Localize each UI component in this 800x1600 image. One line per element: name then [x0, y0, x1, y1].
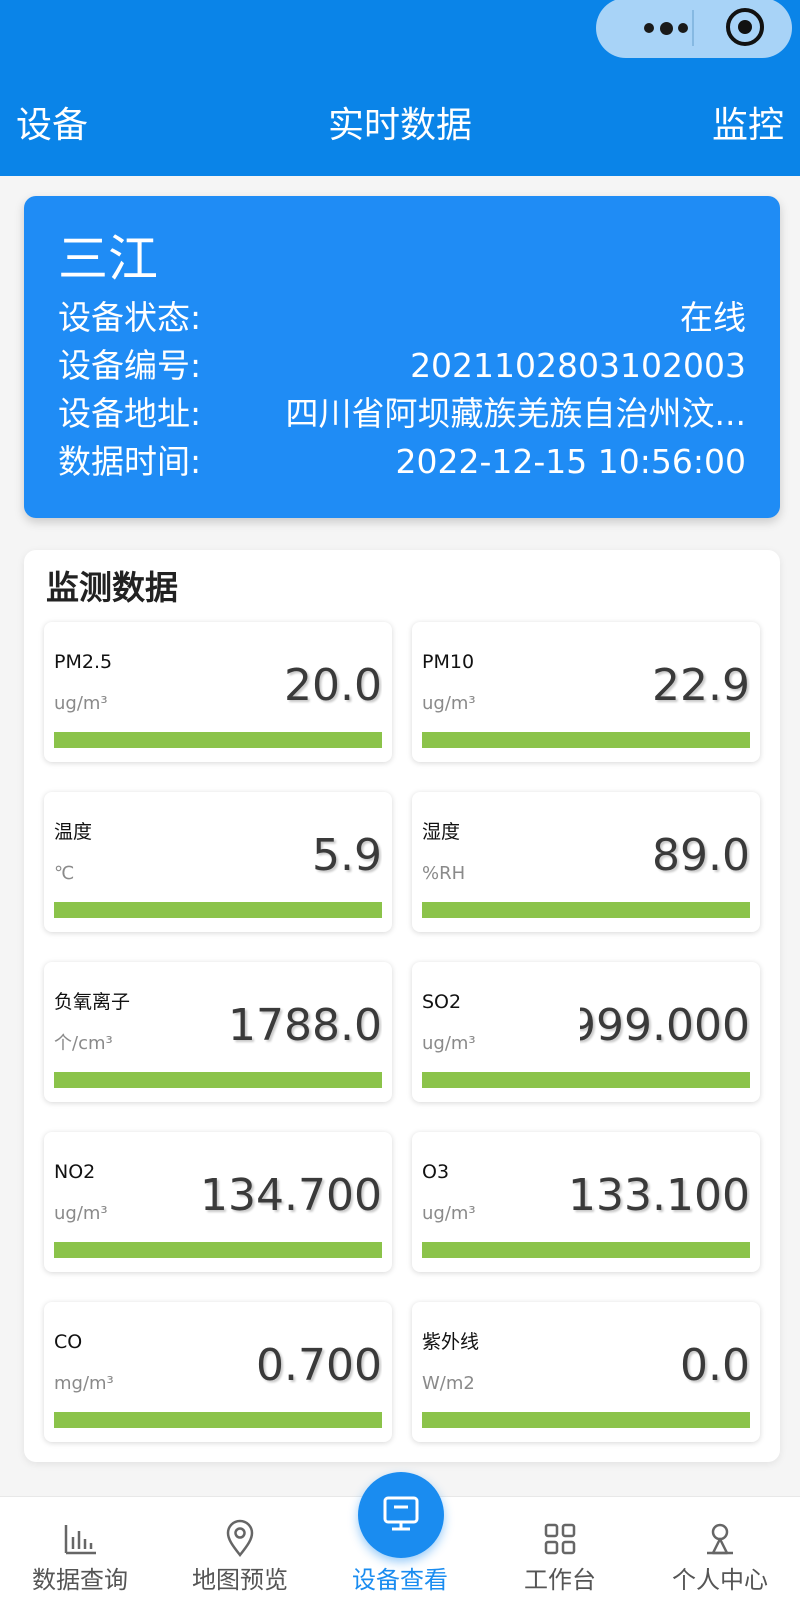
- metric-value: 134.700: [200, 1170, 382, 1221]
- device-address-row: 设备地址: 四川省阿坝藏族羌族自治州汶...: [58, 390, 746, 438]
- metric-tile-pm10[interactable]: PM10 ug/m³ 22.9: [412, 622, 760, 762]
- metric-bar: [54, 902, 382, 918]
- metric-value: 22.9: [652, 660, 750, 711]
- monitor-grid: PM2.5 ug/m³ 20.0 PM10 ug/m³ 22.9 温度 ℃ 5.…: [44, 622, 760, 1442]
- metric-tile-so2[interactable]: SO2 ug/m³ 999.000: [412, 962, 760, 1102]
- metric-bar-fill: [54, 1242, 382, 1258]
- metric-label: PM2.5: [54, 651, 113, 673]
- metric-tile-temperature[interactable]: 温度 ℃ 5.9: [44, 792, 392, 932]
- page-title: 实时数据: [327, 105, 472, 146]
- metric-bar-fill: [422, 1072, 750, 1088]
- metric-value: 0.0: [680, 1340, 750, 1391]
- metric-unit: ug/m³: [54, 1203, 108, 1224]
- tab-map-preview[interactable]: 地图预览: [160, 1497, 320, 1600]
- device-name: 三江: [58, 230, 158, 288]
- metric-label: CO: [54, 1331, 83, 1353]
- device-status-value: 在线: [680, 298, 746, 337]
- tab-personal-center[interactable]: 个人中心: [640, 1497, 800, 1600]
- metric-bar-fill: [54, 1072, 382, 1088]
- metric-label: 湿度: [422, 821, 461, 843]
- device-id-label: 设备编号:: [58, 346, 202, 385]
- metric-unit: 个/cm³: [54, 1033, 113, 1054]
- metric-unit: ℃: [54, 863, 75, 884]
- monitor-section: 监测数据 PM2.5 ug/m³ 20.0 PM10 ug/m³ 22.9 温度…: [24, 550, 780, 1462]
- metric-bar-fill: [54, 902, 382, 918]
- metric-bar: [54, 1072, 382, 1088]
- metric-label: 紫外线: [422, 1331, 480, 1353]
- metric-tile-o3[interactable]: O3 ug/m³ 133.100: [412, 1132, 760, 1272]
- metric-unit: mg/m³: [54, 1373, 114, 1394]
- metric-unit: %RH: [422, 863, 466, 884]
- metric-bar: [422, 1072, 750, 1088]
- metric-label: NO2: [54, 1161, 96, 1183]
- metric-bar-fill: [54, 1412, 382, 1428]
- metric-bar: [54, 1242, 382, 1258]
- monitor-title: 监测数据: [46, 568, 178, 607]
- metric-label: SO2: [422, 991, 462, 1013]
- device-status-label: 设备状态:: [58, 298, 202, 337]
- nav-monitor-link[interactable]: 监控: [712, 102, 784, 150]
- metric-label: 温度: [54, 821, 93, 843]
- data-time-row: 数据时间: 2022-12-15 10:56:00: [58, 438, 746, 486]
- data-time-label: 数据时间:: [58, 442, 202, 481]
- metric-tile-uv[interactable]: 紫外线 W/m2 0.0: [412, 1302, 760, 1442]
- metric-tile-co[interactable]: CO mg/m³ 0.700: [44, 1302, 392, 1442]
- metric-value: 1788.0: [228, 1000, 382, 1051]
- capsule-divider: [692, 10, 694, 46]
- tab-label: 地图预览: [192, 1566, 288, 1594]
- metric-label: O3: [422, 1161, 450, 1183]
- metric-bar-fill: [422, 902, 750, 918]
- metric-value: 0.700: [256, 1340, 382, 1391]
- device-address-value: 四川省阿坝藏族羌族自治州汶...: [285, 394, 746, 433]
- metric-bar: [54, 1412, 382, 1428]
- metric-bar: [422, 1242, 750, 1258]
- metric-value: 133.100: [568, 1170, 750, 1221]
- metric-bar: [54, 732, 382, 748]
- metric-value: 999.000: [580, 1000, 750, 1051]
- metric-unit: ug/m³: [422, 1203, 476, 1224]
- more-dots-icon[interactable]: [644, 20, 688, 36]
- metric-label: PM10: [422, 651, 475, 673]
- metric-unit: ug/m³: [422, 693, 476, 714]
- tab-label: 工作台: [524, 1566, 596, 1594]
- device-id-value: 2021102803102003: [410, 346, 746, 385]
- metric-bar-fill: [422, 1412, 750, 1428]
- data-time-value: 2022-12-15 10:56:00: [395, 442, 746, 481]
- mini-program-capsule: [596, 0, 792, 58]
- tab-data-query[interactable]: 数据查询: [0, 1497, 160, 1600]
- metric-value: 89.0: [652, 830, 750, 881]
- tab-label: 个人中心: [672, 1566, 768, 1594]
- top-header: 设备 实时数据 监控: [0, 0, 800, 176]
- metric-bar-fill: [54, 732, 382, 748]
- metric-bar-fill: [422, 1242, 750, 1258]
- metric-unit: ug/m³: [422, 1033, 476, 1054]
- metric-bar-fill: [422, 732, 750, 748]
- metric-bar: [422, 732, 750, 748]
- target-circle-icon[interactable]: [726, 8, 764, 46]
- device-address-label: 设备地址:: [58, 394, 202, 433]
- metric-value: 20.0: [284, 660, 382, 711]
- metric-value: 5.9: [312, 830, 382, 881]
- user-icon: [707, 1523, 733, 1555]
- bar-chart-icon: [64, 1525, 96, 1555]
- device-info-card: 三江 设备状态: 在线 设备编号: 2021102803102003 设备地址:…: [24, 196, 780, 518]
- tab-label: 设备查看: [352, 1566, 448, 1594]
- location-pin-icon: [226, 1519, 254, 1558]
- metric-tile-humidity[interactable]: 湿度 %RH 89.0: [412, 792, 760, 932]
- metric-unit: ug/m³: [54, 693, 108, 714]
- metric-bar: [422, 1412, 750, 1428]
- metric-unit: W/m2: [422, 1373, 475, 1394]
- device-status-row: 设备状态: 在线: [58, 294, 746, 342]
- tab-workbench[interactable]: 工作台: [480, 1497, 640, 1600]
- metric-tile-negative-ions[interactable]: 负氧离子 个/cm³ 1788.0: [44, 962, 392, 1102]
- device-view-fab[interactable]: [358, 1472, 444, 1558]
- monitor-icon: [383, 1496, 419, 1531]
- metric-label: 负氧离子: [54, 991, 131, 1013]
- tab-label: 数据查询: [32, 1566, 128, 1594]
- metric-tile-no2[interactable]: NO2 ug/m³ 134.700: [44, 1132, 392, 1272]
- grid-apps-icon: [544, 1523, 576, 1555]
- metric-tile-pm25[interactable]: PM2.5 ug/m³ 20.0: [44, 622, 392, 762]
- device-id-row: 设备编号: 2021102803102003: [58, 342, 746, 390]
- metric-bar: [422, 902, 750, 918]
